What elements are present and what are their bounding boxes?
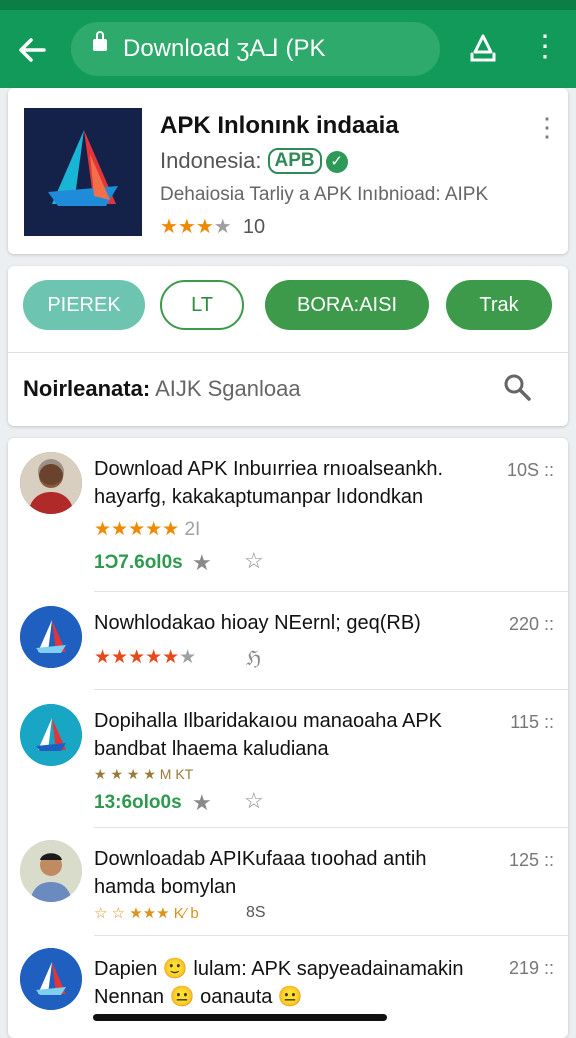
top-app-bar: Download ʒA⅃ (PK ⋮: [0, 10, 576, 88]
rating-extra: 2Ι: [184, 519, 201, 540]
action-button-3[interactable]: BORA:AISI: [265, 280, 429, 330]
developer-row[interactable]: Indonesia: APB ✓: [160, 148, 348, 174]
action-button-1[interactable]: PIEREK: [23, 280, 145, 330]
actions-card: PIEREK LT BORA:AISI Trak Noirleanata: AI…: [8, 266, 568, 426]
list-item[interactable]: Dopihalla Ilbaridakaıou manaoaha APK ban…: [8, 690, 568, 828]
item-subtitle: bandbat lhaema kaludiana: [94, 738, 329, 760]
lock-icon: [93, 31, 107, 51]
list-item[interactable]: Nowhlodakao hioay NEernl; geq(RB) 220 ::…: [8, 592, 568, 690]
item-rating: ☆ ☆ ★★★ K⁄ b: [94, 905, 199, 922]
search-icon[interactable]: [502, 372, 532, 402]
overflow-menu-icon[interactable]: ⋮: [530, 32, 560, 68]
pin-icon[interactable]: ☆: [244, 788, 264, 814]
list-item[interactable]: Dapien 🙂 lulam: APK sapyeadainamakin Nen…: [8, 936, 568, 1036]
card-menu-icon[interactable]: ⋮: [534, 114, 560, 144]
status-bar: [0, 0, 576, 10]
item-tail-icon[interactable]: 8S: [246, 904, 266, 922]
list-item[interactable]: Downloadab APIKufaaa tıoohad antih hamda…: [8, 828, 568, 936]
back-arrow-icon[interactable]: [14, 32, 50, 68]
item-meta: 219 ::: [508, 958, 554, 978]
url-bar[interactable]: Download ʒA⅃ (PK: [71, 22, 440, 76]
star-icon-empty: ★: [179, 647, 197, 668]
star-icon-empty: ★: [213, 216, 232, 238]
item-subtitle: Nennan 😐 oanauta 😐: [94, 986, 303, 1008]
item-meta: 115 ::: [510, 712, 554, 732]
item-rating: ★ ★ ★ ★ M KT: [94, 766, 194, 782]
avatar: [20, 704, 82, 766]
developer-badge: APB: [267, 148, 322, 174]
download-icon[interactable]: [466, 32, 500, 66]
action-button-4[interactable]: Trak: [446, 280, 552, 330]
item-meta: 125 ::: [508, 850, 554, 870]
home-indicator[interactable]: [93, 1014, 387, 1021]
app-rating: ★★★★ 10: [160, 214, 265, 239]
star-icon[interactable]: ★: [192, 550, 212, 576]
list-item[interactable]: Download APK Inbuırriea rnıoalseankh. ha…: [8, 438, 568, 592]
star-icons-filled: ★★★★★: [94, 519, 180, 540]
item-size: 1Ͻ7.6ol0s: [94, 552, 183, 573]
rating-count: 10: [242, 216, 266, 238]
star-icons-filled: ★★★★★: [94, 647, 180, 668]
search-field[interactable]: Noirleanata: AIJK Sganloaa: [23, 376, 301, 402]
app-info-card: APK Inlonınk indaaia Indonesia: APB ✓ Deha…: [8, 88, 568, 254]
developer-name: Indonesia:: [160, 148, 262, 173]
search-query: AIJK Sganloaa: [155, 376, 301, 401]
avatar: [20, 452, 82, 514]
item-subtitle: hayarfg, kakakaptumanpar lıdondkan: [94, 486, 424, 508]
item-title: Dapien 🙂 lulam: APK sapyeadainamakin: [94, 958, 464, 980]
item-title: Dopihalla Ilbaridakaıou manaoaha APK: [94, 710, 443, 732]
avatar: [20, 840, 82, 902]
item-meta: 10S ::: [506, 460, 554, 480]
item-meta: 220 ::: [508, 614, 554, 634]
url-text: Download ʒA⅃ (PK: [123, 35, 326, 62]
avatar: [20, 606, 82, 668]
item-tail-icon[interactable]: ℌ: [246, 646, 261, 671]
item-title: Nowhlodakao hioay NEernl; geq(RB): [94, 612, 421, 634]
star-icons-filled: ★★★: [160, 216, 214, 238]
app-title: APK Inlonınk indaaia: [160, 112, 399, 139]
pin-icon[interactable]: ☆: [244, 548, 264, 574]
item-rating: ★★★★★ 2Ι: [94, 518, 200, 541]
star-icon[interactable]: ★: [192, 790, 212, 816]
results-list: Download APK Inbuırriea rnıoalseankh. ha…: [8, 438, 568, 1038]
app-logo: [24, 108, 142, 236]
item-title: Downloadab APIKufaaa tıoohad antih: [94, 848, 427, 870]
search-label: Noirleanata:: [23, 376, 151, 401]
item-title: Download APK Inbuırriea rnıoalseankh.: [94, 458, 444, 480]
verified-icon: ✓: [325, 151, 348, 173]
app-description: Dehaiosia Tarliy a APK Inıbnioad: AIPK: [160, 184, 489, 205]
item-size: 13:6olo0s: [94, 792, 182, 813]
avatar: [20, 948, 82, 1010]
divider: [8, 352, 568, 353]
action-button-2[interactable]: LT: [160, 280, 244, 330]
item-rating: ★★★★★★: [94, 646, 196, 669]
item-subtitle: hamda bomylan: [94, 876, 237, 898]
